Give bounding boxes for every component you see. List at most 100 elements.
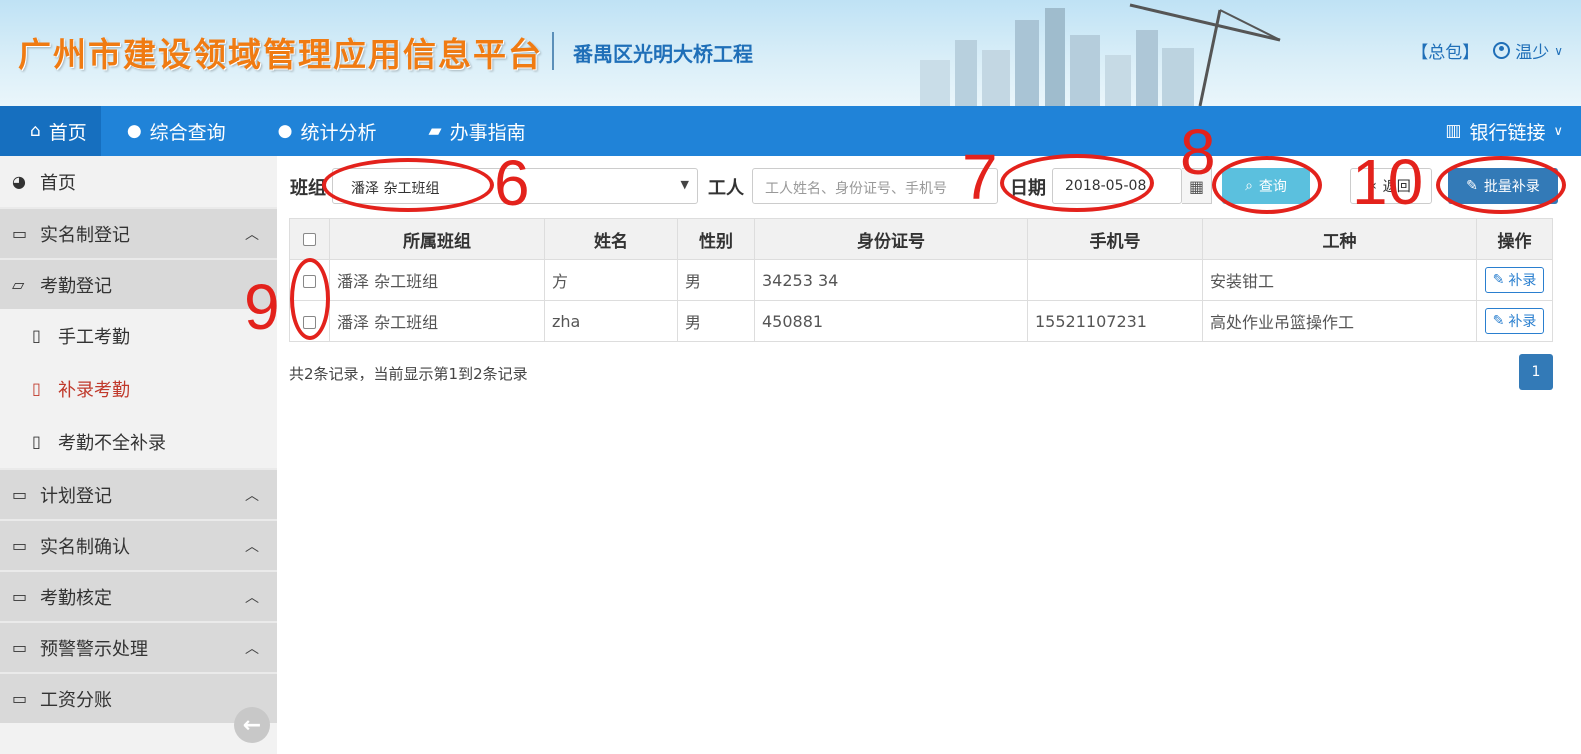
chevron-left-icon: ‹ [1371, 178, 1377, 194]
sidebar-item-manual-attendance[interactable]: ▯ 手工考勤 [0, 309, 277, 362]
user-name: 温少 [1515, 43, 1550, 63]
row-select-cell [289, 259, 330, 301]
folder-icon: ▭ [12, 689, 28, 708]
globe-icon: ● [126, 121, 142, 141]
supplement-button[interactable]: ✎ 补录 [1484, 267, 1545, 293]
sidebar-item-label: 考勤登记 [40, 275, 112, 297]
column-header-team: 所属班组 [329, 218, 545, 260]
worker-search-input[interactable]: 工人姓名、身份证号、手机号 [752, 168, 998, 204]
nav-guide[interactable]: ▰ 办事指南 [403, 106, 552, 156]
platform-title: 广州市建设领域管理应用信息平台 [18, 35, 543, 74]
worker-label: 工人 [708, 178, 744, 199]
sidebar-item-label: 实名制登记 [40, 224, 130, 246]
column-header-action: 操作 [1476, 218, 1553, 260]
chevron-up-icon: ︿ [245, 487, 259, 504]
back-button-label: 返回 [1382, 179, 1411, 195]
team-select-value: 潘泽 杂工班组 [351, 181, 440, 197]
folder-icon: ▭ [12, 485, 28, 504]
cell-job: 安装钳工 [1202, 259, 1477, 301]
cell-job: 高处作业吊篮操作工 [1202, 300, 1477, 342]
sidebar-group-attendance-verify[interactable]: ▭ 考勤核定 ︿ [0, 570, 277, 621]
team-label: 班组 [290, 178, 326, 199]
query-button-label: 查询 [1258, 179, 1287, 195]
folder-icon: ▭ [12, 587, 28, 606]
top-right-links: 【总包】 温少 ∨ [1411, 38, 1563, 63]
cell-id: 450881 [754, 300, 1028, 342]
user-icon [1493, 42, 1511, 59]
sidebar: ◕ 首页 ▭ 实名制登记 ︿ ▱ 考勤登记 ▯ 手工考勤 ▯ 补录考勤 ▯ 考勤… [0, 156, 277, 754]
supplement-button-label: 补录 [1508, 273, 1537, 289]
sidebar-group-plan-register[interactable]: ▭ 计划登记 ︿ [0, 468, 277, 519]
sidebar-group-attendance-register[interactable]: ▱ 考勤登记 [0, 258, 277, 309]
chevron-up-icon: ︿ [245, 538, 259, 555]
cell-action: ✎ 补录 [1476, 300, 1553, 342]
table-row: 潘泽 杂工班组 方 男 34253 34 安装钳工 ✎ 补录 [289, 259, 1553, 301]
nav-guide-label: 办事指南 [449, 121, 526, 144]
row-checkbox[interactable] [303, 274, 316, 288]
sidebar-collapse-button[interactable]: ← [234, 707, 270, 743]
cell-team: 潘泽 杂工班组 [329, 259, 545, 301]
chevron-down-icon: ∨ [1553, 123, 1563, 139]
dashboard-icon: ◕ [12, 172, 26, 191]
select-all-cell [289, 218, 330, 260]
column-header-job: 工种 [1202, 218, 1477, 260]
caret-down-icon: ▼ [680, 178, 689, 191]
cell-phone: 15521107231 [1027, 300, 1203, 342]
title-divider [552, 32, 554, 70]
nav-statistics[interactable]: ● 统计分析 [252, 106, 403, 156]
globe-icon: ● [277, 121, 293, 141]
select-all-checkbox[interactable] [303, 232, 316, 246]
nav-comprehensive-query[interactable]: ● 综合查询 [101, 106, 252, 156]
chevron-up-icon: ︿ [245, 226, 259, 243]
column-header-phone: 手机号 [1027, 218, 1203, 260]
sidebar-group-warning[interactable]: ▭ 预警警示处理 ︿ [0, 621, 277, 672]
sidebar-item-supplement-attendance[interactable]: ▯ 补录考勤 [0, 362, 277, 415]
table-row: 潘泽 杂工班组 zha 男 450881 15521107231 高处作业吊篮操… [289, 300, 1553, 342]
nav-query-label: 综合查询 [149, 121, 226, 144]
folder-icon: ▭ [12, 536, 28, 555]
cell-phone [1027, 259, 1203, 301]
sidebar-item-label: 首页 [40, 172, 76, 194]
cell-id: 34253 34 [754, 259, 1028, 301]
supplement-button[interactable]: ✎ 补录 [1484, 308, 1545, 334]
sidebar-group-realname-confirm[interactable]: ▭ 实名制确认 ︿ [0, 519, 277, 570]
contractor-link[interactable]: 【总包】 [1411, 38, 1479, 63]
nav-bank-links[interactable]: ▥ 银行链接 ∨ [1419, 106, 1581, 156]
sidebar-item-incomplete-attendance[interactable]: ▯ 考勤不全补录 [0, 415, 277, 468]
back-button[interactable]: ‹ 返回 [1350, 168, 1432, 204]
date-input[interactable]: 2018-05-08 [1052, 168, 1182, 204]
pagination-page-1[interactable]: 1 [1519, 354, 1553, 390]
batch-button-label: 批量补录 [1483, 179, 1540, 195]
chevron-up-icon: ︿ [245, 589, 259, 606]
header-banner: 广州市建设领域管理应用信息平台 番禺区光明大桥工程 【总包】 温少 ∨ [0, 0, 1581, 106]
row-checkbox[interactable] [303, 315, 316, 329]
file-icon: ▯ [32, 432, 41, 451]
main-navbar: ⌂ 首页 ● 综合查询 ● 统计分析 ▰ 办事指南 ▥ 银行链接 ∨ [0, 106, 1581, 156]
sidebar-item-label: 考勤不全补录 [58, 432, 166, 454]
sidebar-item-home[interactable]: ◕ 首页 [0, 156, 277, 207]
file-icon: ▯ [32, 379, 41, 398]
book-icon: ▰ [428, 121, 442, 141]
chevron-up-icon: ︿ [245, 640, 259, 657]
date-label: 日期 [1010, 178, 1046, 199]
column-header-id: 身份证号 [754, 218, 1028, 260]
record-summary: 共2条记录，当前显示第1到2条记录 [289, 365, 528, 383]
folder-icon: ▭ [12, 224, 28, 243]
folder-open-icon: ▱ [12, 275, 25, 294]
search-icon: ⌕ [1245, 178, 1253, 194]
query-button[interactable]: ⌕ 查询 [1222, 168, 1310, 204]
cell-name: zha [544, 300, 678, 342]
supplement-button-label: 补录 [1508, 314, 1537, 330]
sidebar-group-realname-register[interactable]: ▭ 实名制登记 ︿ [0, 207, 277, 258]
arrow-left-icon: ← [242, 712, 262, 738]
nav-home[interactable]: ⌂ 首页 [0, 106, 101, 156]
batch-supplement-button[interactable]: ✎ 批量补录 [1448, 168, 1558, 204]
attendance-table: 所属班组 姓名 性别 身份证号 手机号 工种 操作 潘泽 杂工班组 方 男 34… [289, 218, 1553, 342]
calendar-icon[interactable]: ▦ [1182, 168, 1212, 204]
sidebar-item-label: 手工考勤 [58, 326, 130, 348]
team-select[interactable]: 潘泽 杂工班组 ▼ [332, 168, 698, 204]
user-menu[interactable]: 温少 ∨ [1493, 38, 1563, 63]
project-name: 番禺区光明大桥工程 [573, 42, 753, 66]
edit-icon: ✎ [1492, 272, 1505, 288]
chevron-down-icon: ∨ [1554, 43, 1563, 58]
